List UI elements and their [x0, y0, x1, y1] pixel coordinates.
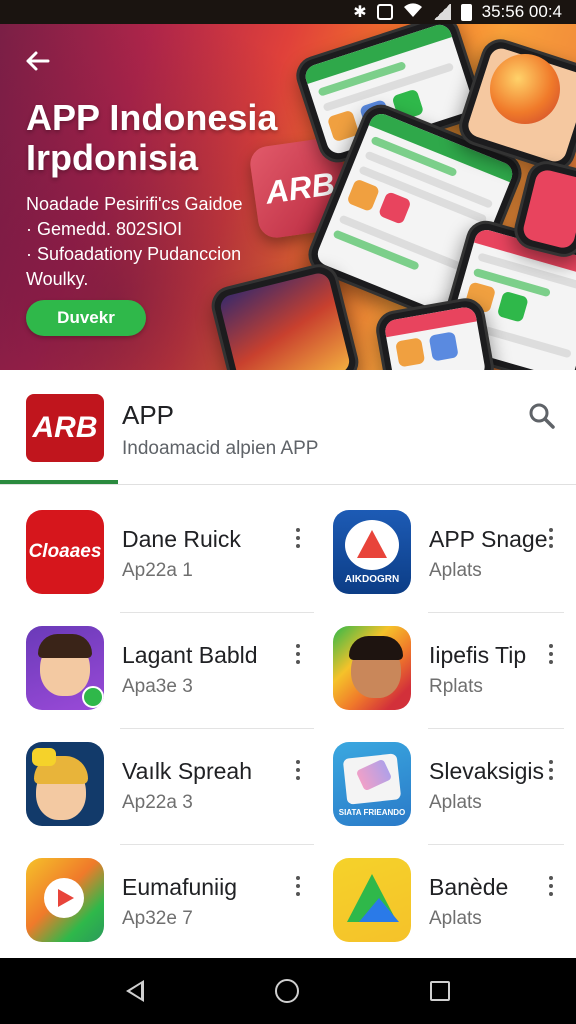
list-item[interactable]: AIKDOGRN APP Snage Aplats	[0, 486, 564, 613]
status-bar: ✱ 35:56 00:4	[0, 0, 576, 24]
app-item-sub: Aplats	[429, 560, 482, 581]
status-time: 35:56 00:4	[481, 2, 562, 21]
app-item-name: Slevaksigis	[429, 758, 545, 784]
icon-label: AIKDOGRN	[344, 574, 400, 585]
app-subtitle: Indoamacid alpien APP	[122, 438, 319, 459]
more-options-icon[interactable]	[288, 642, 308, 666]
more-options-icon[interactable]	[288, 874, 308, 898]
more-options-icon[interactable]	[541, 642, 561, 666]
divider	[428, 728, 564, 729]
battery-icon	[460, 3, 472, 21]
arrow-back-icon[interactable]	[22, 46, 52, 76]
app-name: APP	[122, 400, 175, 430]
list-item[interactable]: SIATA FRIEANDO Slevaksigis Aplats	[0, 718, 564, 845]
app-item-name: Iipefis Tip	[429, 642, 527, 668]
app-item-sub: Rplats	[429, 676, 483, 697]
hero-desc-line: · Gemedd. 802SIOI	[26, 219, 183, 239]
divider	[0, 484, 576, 485]
divider	[428, 844, 564, 845]
app-grid: Cloaaes Dane Ruick Ap22a 1 AIKDOGRN APP …	[0, 486, 576, 958]
divider	[428, 612, 564, 613]
more-options-icon[interactable]	[288, 526, 308, 550]
list-item[interactable]: Iipefis Tip Rplats	[0, 602, 564, 729]
hero-desc-line: · Sufoadationy Pudanccion	[26, 244, 242, 264]
signal-icon	[432, 4, 451, 20]
app-item-name: APP Snage	[429, 526, 548, 552]
blue-triangle-icon: AIKDOGRN	[333, 510, 411, 594]
hero-description: Noadade Pesirifi'cs Gaidoe · Gemedd. 802…	[26, 192, 286, 292]
app-item-sub: Aplats	[429, 792, 482, 813]
hero-desc-line: Noadade Pesirifi'cs Gaidoe	[26, 194, 243, 214]
back-icon[interactable]	[125, 980, 144, 1002]
phone-mockup	[373, 295, 497, 370]
hero-title-line: Irpdonisia	[26, 137, 199, 178]
list-item[interactable]: Banède Aplats	[0, 834, 553, 950]
icon-label: SIATA FRIEANDO	[338, 808, 406, 817]
home-icon[interactable]	[274, 979, 299, 1003]
app-logo: ARB	[26, 394, 104, 462]
app-item-sub: Aplats	[429, 908, 482, 929]
wifi-icon	[403, 2, 423, 23]
more-options-icon[interactable]	[541, 758, 561, 782]
more-options-icon[interactable]	[541, 526, 561, 550]
nfc-icon	[376, 4, 393, 20]
more-options-icon[interactable]	[541, 874, 561, 898]
hero-banner: APP Indonesia Irpdonisia Noadade Pesirif…	[0, 24, 576, 370]
hero-desc-line: Woulky.	[26, 269, 89, 289]
avatar-rainbow-icon	[333, 626, 411, 710]
hero-cta-button[interactable]: Duvekr	[26, 300, 146, 336]
eraser-icon: SIATA FRIEANDO	[333, 742, 411, 826]
more-options-icon[interactable]	[288, 758, 308, 782]
search-icon[interactable]	[528, 402, 556, 430]
drive-triangle-icon	[333, 858, 411, 942]
navigation-bar	[0, 958, 576, 1024]
app-header: ARB APP Indoamacid alpien APP	[0, 370, 576, 486]
balloon-illustration	[490, 54, 560, 124]
hero-title: APP Indonesia Irpdonisia	[26, 98, 316, 178]
hero-title-line: APP Indonesia	[26, 97, 278, 138]
bluetooth-icon: ✱	[353, 4, 367, 21]
recent-apps-icon[interactable]	[430, 981, 451, 1001]
app-item-name: Banède	[429, 874, 509, 900]
